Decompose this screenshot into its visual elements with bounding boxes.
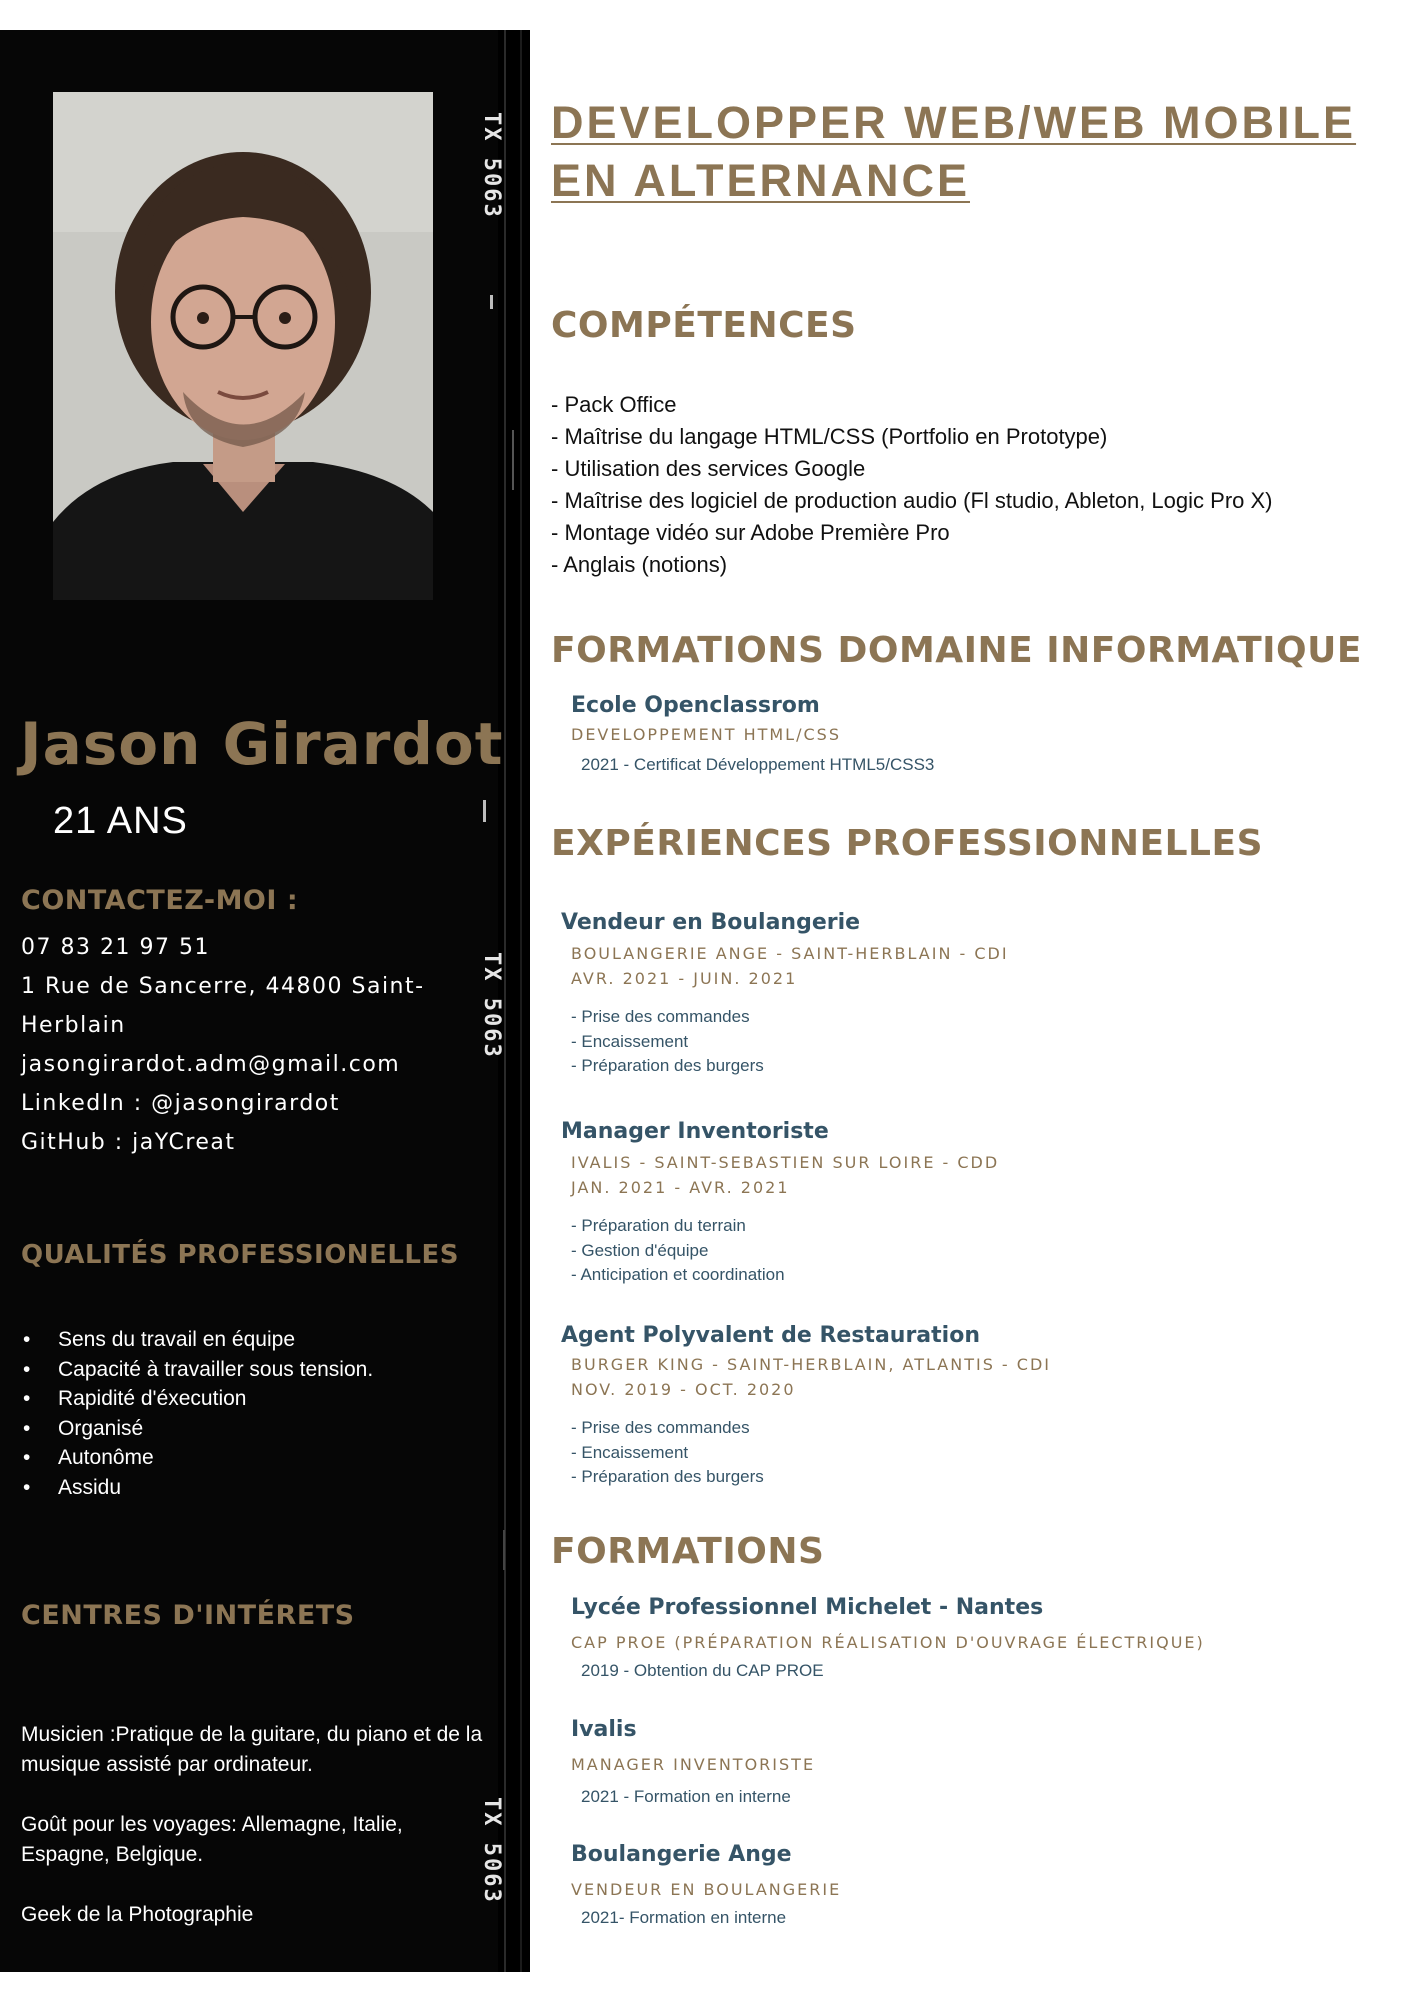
contact-linkedin[interactable]: LinkedIn : @jasongirardot [21,1084,461,1123]
education-heading: FORMATIONS [551,1531,825,1572]
list-item: - Encaissement [571,1442,689,1462]
qualities-list: Sens du travail en équipe Capacité à tra… [23,1325,488,1503]
entry-company: IVALIS - SAINT-SEBASTIEN SUR LOIRE - CDD [571,1153,1000,1172]
entry-tasks: - Prise des commandes - Encaissement - P… [571,1005,1391,1079]
list-item: Assidu [23,1473,488,1503]
entry-job-title: Vendeur en Boulangerie [561,910,861,935]
film-scratch [483,800,486,822]
profile-photo [53,92,433,600]
list-item: - Maîtrise des logiciel de production au… [551,488,1273,513]
job-title-line2: EN ALTERNANCE [551,155,970,206]
list-item: - Gestion d'équipe [571,1240,709,1260]
list-item: - Montage vidéo sur Adobe Première Pro [551,520,950,545]
interests-heading: CENTRES D'INTÉRETS [21,1600,355,1631]
entry-tasks: - Prise des commandes - Encaissement - P… [571,1416,1391,1490]
interests-text: Musicien :Pratique de la guitare, du pia… [21,1720,491,1960]
entry-job-title: Manager Inventoriste [561,1119,829,1144]
list-item: Capacité à travailler sous tension. [23,1355,488,1385]
entry-school: Ivalis [571,1717,637,1742]
interest-paragraph: Goût pour les voyages: Allemagne, Italie… [21,1813,403,1866]
list-item: - Encaissement [571,1031,689,1051]
entry-company: BOULANGERIE ANGE - SAINT-HERBLAIN - CDI [571,944,1009,963]
film-scratch [512,430,514,490]
experience-entry: Vendeur en Boulangerie BOULANGERIE ANGE … [561,910,1391,1079]
list-item: Sens du travail en équipe [23,1325,488,1355]
entry-school: Boulangerie Ange [571,1842,792,1867]
entry-note: 2021 - Certificat Développement HTML5/CS… [581,755,935,774]
entry-program: MANAGER INVENTORISTE [571,1755,816,1774]
entry-program: CAP PROE (PRÉPARATION RÉALISATION D'OUVR… [571,1633,1205,1652]
education-entry: Ivalis MANAGER INVENTORISTE 2021 - Forma… [571,1717,1401,1807]
film-scratch [503,1530,505,1570]
entry-dates: NOV. 2019 - OCT. 2020 [571,1380,796,1399]
experience-heading: EXPÉRIENCES PROFESSIONNELLES [551,823,1264,864]
job-title-line1: DEVELOPPER WEB/WEB MOBILE [551,97,1357,148]
experience-entry: Manager Inventoriste IVALIS - SAINT-SEBA… [561,1119,1391,1288]
contact-address-line2: Herblain [21,1013,126,1038]
entry-program: DEVELOPPEMENT HTML/CSS [571,725,841,744]
job-title: DEVELOPPER WEB/WEB MOBILE EN ALTERNANCE [551,94,1391,210]
entry-note: 2019 - Obtention du CAP PROE [581,1661,824,1680]
qualities-heading: QUALITÉS PROFESSIONELLES [21,1240,459,1270]
film-scratch [490,295,493,309]
contact-address-line1: 1 Rue de Sancerre, 44800 Saint- [21,974,425,999]
candidate-name: Jason Girardot [20,710,504,778]
entry-program: VENDEUR EN BOULANGERIE [571,1880,842,1899]
list-item: - Anticipation et coordination [571,1265,785,1284]
it-training-entry: Ecole Openclassrom DEVELOPPEMENT HTML/CS… [571,693,1401,775]
portrait-image [53,92,433,600]
film-edge-marking: TX 5063 [479,111,504,219]
list-item: - Anglais (notions) [551,552,728,577]
entry-dates: AVR. 2021 - JUIN. 2021 [571,969,798,988]
contact-heading: CONTACTEZ-MOI : [21,885,299,916]
education-entry: Lycée Professionnel Michelet - Nantes CA… [571,1595,1401,1681]
contact-list: 07 83 21 97 51 1 Rue de Sancerre, 44800 … [21,928,461,1162]
list-item: Autonôme [23,1443,488,1473]
it-training-heading: FORMATIONS DOMAINE INFORMATIQUE [551,630,1362,671]
list-item: - Utilisation des services Google [551,456,866,481]
interest-paragraph: Musicien :Pratique de la guitare, du pia… [21,1723,483,1776]
list-item: - Préparation des burgers [571,1467,764,1486]
interest-paragraph: Geek de la Photographie [21,1903,254,1926]
resume-main: DEVELOPPER WEB/WEB MOBILE EN ALTERNANCE … [551,0,1401,2000]
contact-github[interactable]: GitHub : jaYCreat [21,1123,461,1162]
contact-phone: 07 83 21 97 51 [21,935,210,960]
candidate-age: 21 ANS [53,800,188,842]
list-item: - Maîtrise du langage HTML/CSS (Portfoli… [551,424,1108,449]
list-item: - Prise des commandes [571,1418,750,1437]
entry-school: Ecole Openclassrom [571,693,820,718]
profile-sidebar: TX 5063 TX 5063 TX 5063 Jason Girardot 2… [0,30,530,1972]
entry-tasks: - Préparation du terrain - Gestion d'équ… [571,1214,1391,1288]
skills-heading: COMPÉTENCES [551,305,857,346]
list-item: Rapidité d'éxecution [23,1384,488,1414]
entry-dates: JAN. 2021 - AVR. 2021 [571,1178,790,1197]
entry-company: BURGER KING - SAINT-HERBLAIN, ATLANTIS -… [571,1355,1051,1374]
contact-email[interactable]: jasongirardot.adm@gmail.com [21,1045,461,1084]
entry-job-title: Agent Polyvalent de Restauration [561,1323,980,1348]
list-item: - Prise des commandes [571,1007,750,1026]
education-entry: Boulangerie Ange VENDEUR EN BOULANGERIE … [571,1842,1401,1928]
list-item: Organisé [23,1414,488,1444]
list-item: - Préparation des burgers [571,1056,764,1075]
list-item: - Pack Office [551,392,677,417]
list-item: - Préparation du terrain [571,1216,746,1235]
entry-school: Lycée Professionnel Michelet - Nantes [571,1595,1044,1620]
entry-note: 2021 - Formation en interne [581,1787,791,1806]
entry-note: 2021- Formation en interne [581,1908,787,1927]
experience-entry: Agent Polyvalent de Restauration BURGER … [561,1323,1391,1490]
skills-list: - Pack Office - Maîtrise du langage HTML… [551,389,1401,581]
film-edge-marking: TX 5063 [479,951,504,1059]
